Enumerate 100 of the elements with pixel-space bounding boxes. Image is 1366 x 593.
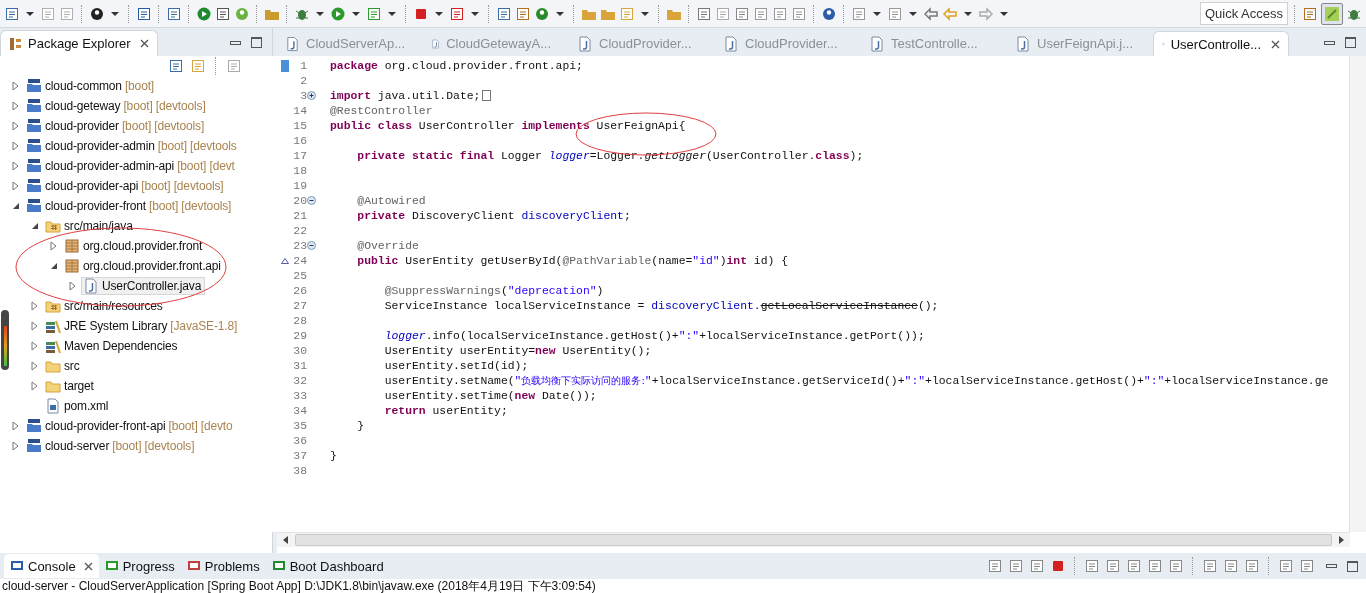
dropdown-arrow-icon[interactable]: [1000, 11, 1008, 16]
tree-item[interactable]: cloud-provider-admin: [45, 139, 155, 153]
progress-icon: [104, 559, 119, 573]
tree-item[interactable]: cloud-provider-front-api: [45, 419, 166, 433]
tree-item[interactable]: cloud-server: [45, 439, 110, 453]
minimize-icon[interactable]: [1326, 564, 1337, 568]
dropdown-arrow-icon[interactable]: [873, 11, 881, 16]
expand-fold-icon[interactable]: [307, 91, 316, 100]
dropdown-arrow-icon[interactable]: [909, 11, 917, 16]
tree-item[interactable]: org.cloud.provider.front.api: [83, 259, 221, 273]
panel-tab[interactable]: Problems: [180, 554, 266, 578]
tree-item-decoration: [boot] [devtools]: [141, 179, 224, 193]
code-line: logger.info(localServiceInstance.getHost()+":"+localServiceInstance.getPort());: [383, 329, 925, 342]
tree-item-decoration: [boot] [devtools]: [112, 439, 195, 453]
arrow-left-icon[interactable]: [942, 5, 958, 22]
line-number: 15: [292, 119, 307, 132]
tree-item[interactable]: src/main/resources: [64, 299, 163, 313]
expand-arrow-icon[interactable]: [30, 381, 39, 391]
save-icon[interactable]: [40, 5, 56, 22]
expand-arrow-icon[interactable]: [11, 181, 20, 191]
expand-arrow-icon[interactable]: [11, 161, 20, 171]
dropdown-arrow-icon[interactable]: [316, 11, 324, 16]
maximize-icon[interactable]: [1345, 37, 1356, 48]
dropdown-arrow-icon[interactable]: [556, 11, 564, 16]
code-line: @Override: [356, 239, 419, 252]
doc-icon[interactable]: [753, 5, 769, 22]
editor-tab[interactable]: UserControlle...: [1153, 31, 1289, 56]
dropdown-arrow-icon[interactable]: [352, 11, 360, 16]
collapse-arrow-icon[interactable]: [49, 261, 58, 271]
new-icon[interactable]: [4, 5, 20, 22]
tree-item[interactable]: src/main/java: [64, 219, 133, 233]
panel-tab[interactable]: Boot Dashboard: [265, 554, 390, 578]
expand-arrow-icon[interactable]: [11, 81, 20, 91]
user-icon[interactable]: [89, 5, 105, 22]
expand-arrow-icon[interactable]: [11, 101, 20, 111]
horizontal-scrollbar[interactable]: [277, 532, 1350, 547]
tree-item-decoration: [boot] [devtools]: [121, 119, 205, 133]
console-output: cloud-server - CloudServerApplication [Spring Boot App] D:\JDK1.8\bin\javaw.exe (2018年4月19日 下午3:09:54): [1, 579, 597, 593]
scroll-left-icon[interactable]: [283, 536, 289, 544]
tree-item[interactable]: src: [64, 359, 80, 373]
tree-item[interactable]: pom.xml: [64, 399, 109, 413]
folded-code-marker[interactable]: [482, 90, 492, 101]
expand-arrow-icon[interactable]: [49, 241, 58, 251]
tree-item[interactable]: target: [64, 379, 94, 393]
expand-arrow-icon[interactable]: [11, 421, 20, 431]
tree-item[interactable]: cloud-provider-front: [45, 199, 147, 213]
doc-icon[interactable]: [1278, 558, 1294, 574]
collapse-fold-icon[interactable]: [307, 196, 316, 205]
expand-arrow-icon[interactable]: [11, 441, 20, 451]
expand-arrow-icon[interactable]: [68, 281, 77, 291]
code-line: ServiceInstance localServiceInstance = discoveryClient.getLocalServiceInstance();: [383, 299, 939, 312]
tree-item[interactable]: cloud-provider-admin-api: [45, 159, 175, 173]
tree-item[interactable]: cloud-common: [45, 79, 122, 93]
globe-icon[interactable]: [821, 5, 837, 22]
dropdown-arrow-icon[interactable]: [471, 11, 479, 16]
project-icon: [26, 118, 42, 134]
stop-icon[interactable]: [1050, 558, 1066, 574]
arrow-right-icon[interactable]: [978, 5, 994, 22]
tree-item[interactable]: Maven Dependencies: [64, 339, 178, 353]
vertical-scrollbar[interactable]: [1349, 56, 1366, 532]
tree-item[interactable]: JRE System Library: [64, 319, 168, 333]
run-icon[interactable]: [330, 5, 346, 22]
dropdown-arrow-icon[interactable]: [111, 11, 119, 16]
close-icon[interactable]: [1271, 39, 1280, 49]
perspective-button[interactable]: [1321, 2, 1343, 25]
tree-item[interactable]: org.cloud.provider.front: [83, 239, 203, 253]
tree-item[interactable]: cloud-provider-api: [45, 179, 139, 193]
minimize-icon[interactable]: [230, 40, 241, 45]
back-icon[interactable]: [923, 5, 939, 22]
view-tab[interactable]: Package Explorer: [0, 30, 158, 56]
close-icon[interactable]: [83, 561, 93, 571]
close-icon[interactable]: [139, 39, 149, 48]
dropdown-arrow-icon[interactable]: [641, 11, 649, 16]
maximize-icon[interactable]: [1347, 560, 1358, 572]
expand-arrow-icon[interactable]: [11, 121, 20, 131]
collapse-arrow-icon[interactable]: [11, 201, 20, 211]
maximize-icon[interactable]: [251, 37, 262, 48]
expand-arrow-icon[interactable]: [11, 141, 20, 151]
tree-item[interactable]: cloud-geteway: [45, 99, 121, 113]
expand-arrow-icon[interactable]: [30, 341, 39, 351]
monitor-icon[interactable]: [136, 5, 152, 22]
collapse-fold-icon[interactable]: [307, 241, 316, 250]
doc-icon[interactable]: [772, 5, 788, 22]
tree-item[interactable]: cloud-provider: [45, 119, 119, 133]
expand-arrow-icon[interactable]: [30, 321, 39, 331]
panel-tab[interactable]: Console: [4, 554, 99, 578]
code-line: return userEntity;: [383, 404, 508, 417]
collapse-arrow-icon[interactable]: [30, 221, 39, 231]
quick-access-field[interactable]: Quick Access: [1199, 2, 1288, 25]
dropdown-arrow-icon[interactable]: [388, 11, 396, 16]
expand-arrow-icon[interactable]: [30, 361, 39, 371]
dropdown-arrow-icon[interactable]: [26, 11, 34, 16]
scroll-right-icon[interactable]: [1338, 536, 1344, 544]
code-line: UserEntity userEntity=new UserEntity();: [383, 344, 652, 357]
panel-tab[interactable]: Progress: [98, 554, 181, 578]
save-all-icon[interactable]: [59, 5, 75, 22]
dropdown-arrow-icon[interactable]: [964, 11, 972, 16]
minimize-icon[interactable]: [1324, 40, 1335, 45]
expand-arrow-icon[interactable]: [30, 301, 39, 311]
dropdown-arrow-icon[interactable]: [435, 11, 443, 16]
